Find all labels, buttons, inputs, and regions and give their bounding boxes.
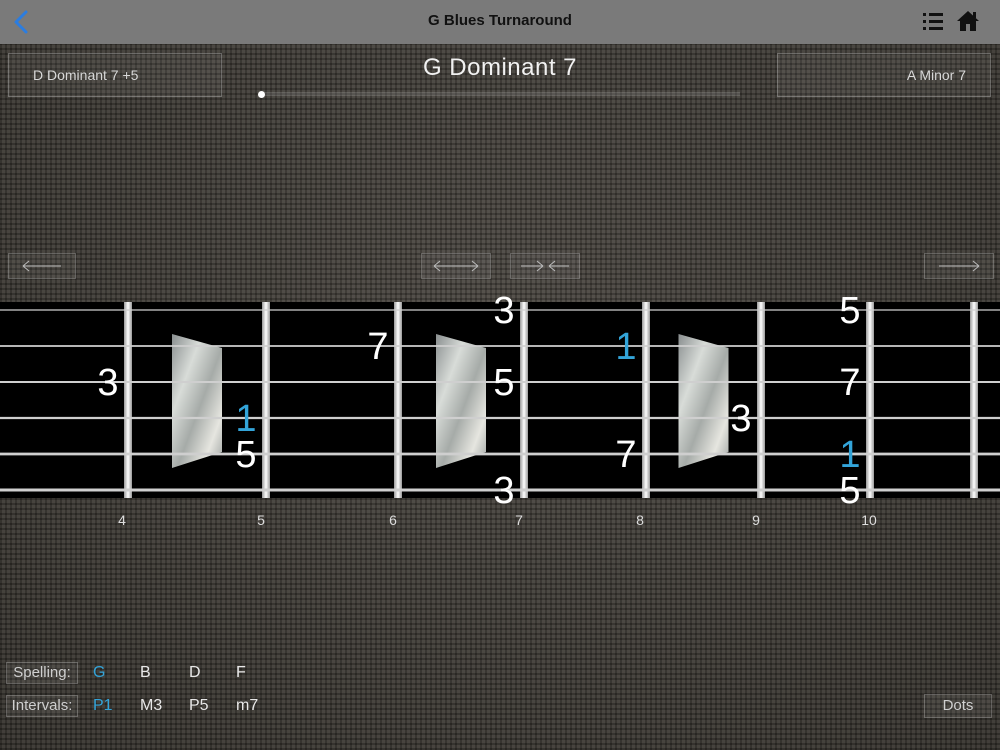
inlay-marker [172,334,222,468]
note-marker: 3 [493,470,514,510]
next-chord-button[interactable]: A Minor 7 [777,53,991,97]
note-marker: 7 [839,362,860,404]
progress-thumb[interactable] [258,91,265,98]
arrow-right-icon[interactable] [924,253,994,279]
page-title: G Blues Turnaround [428,12,572,29]
fretboard[interactable]: 31573531735715 4 5 6 7 8 9 10 [0,290,1000,540]
previous-chord-button[interactable]: D Dominant 7 +5 [8,53,222,97]
note-marker: 5 [235,434,256,476]
fret-number: 9 [752,512,760,528]
fret-wire [642,302,650,498]
fret-wire [124,302,132,498]
interval-value: M3 [140,697,163,714]
interval-value: P5 [189,697,209,714]
note-marker: 7 [615,434,636,476]
fret-number: 5 [257,512,265,528]
home-icon[interactable] [956,10,980,32]
note-marker: 3 [97,362,118,404]
note-marker: 5 [493,362,514,404]
fret-wire [520,302,528,498]
arrow-left-icon[interactable] [8,253,76,279]
fret-wire [757,302,765,498]
note-marker: 5 [839,290,860,332]
arrows-apart-icon[interactable] [421,253,491,279]
fret-number: 4 [118,512,126,528]
inlay-marker [678,334,729,468]
progress-track[interactable] [262,92,740,96]
inlay-marker [436,334,486,468]
chord-name: G Dominant 7 [422,54,578,81]
dots-button[interactable]: Dots [924,694,992,718]
list-icon[interactable] [922,11,944,33]
spelling-note: G [93,664,106,681]
interval-value: P1 [93,697,113,714]
note-marker: 3 [730,398,751,440]
fretboard-diagram[interactable]: 31573531735715 [0,290,1000,510]
fret-number: 10 [861,512,877,528]
note-marker: 5 [839,470,860,510]
arrows-together-icon[interactable] [510,253,580,279]
interval-value: m7 [236,697,259,714]
note-marker: 3 [493,290,514,332]
navigation-bar: G Blues Turnaround [0,0,1000,44]
fret-wire [866,302,874,498]
note-marker: 7 [367,326,388,368]
fret-wire [394,302,402,498]
spelling-note: F [236,664,246,681]
intervals-label: Intervals: [6,695,78,717]
fret-number: 8 [636,512,644,528]
spelling-note: B [140,664,151,681]
fret-wire [970,302,978,498]
root-note-marker: 1 [615,326,636,368]
fret-number: 7 [515,512,523,528]
spelling-note: D [189,664,201,681]
fret-wire [262,302,270,498]
spelling-label: Spelling: [6,662,78,684]
fret-number: 6 [389,512,397,528]
